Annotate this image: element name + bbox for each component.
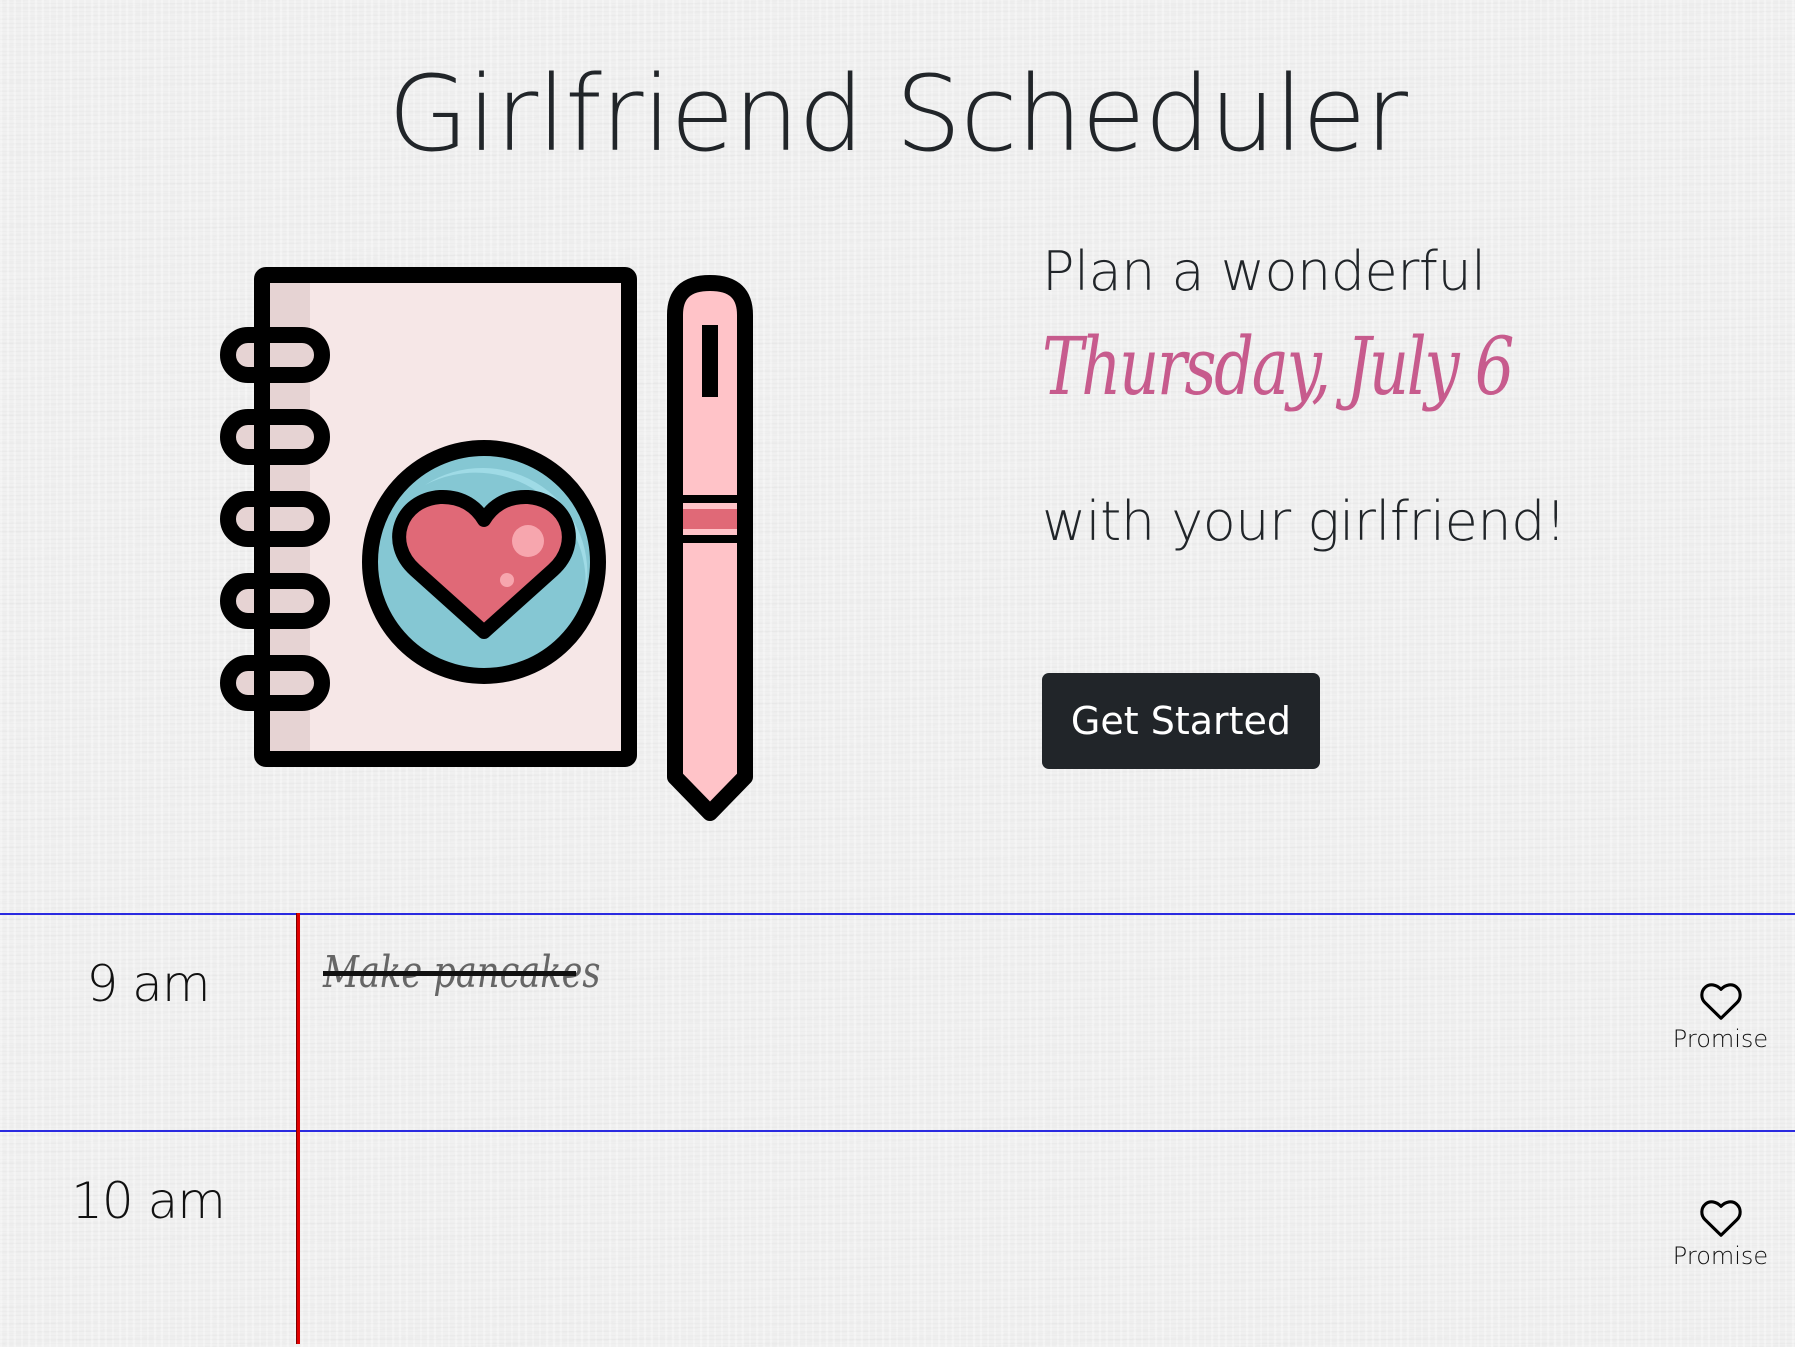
schedule-grid: 9 am Make pancakes Promise 10 am Promise — [0, 913, 1795, 1344]
heart-outline-icon — [1699, 983, 1742, 1020]
plan-outro-text: with your girlfriend! — [1042, 490, 1567, 553]
heart-outline-icon — [1699, 1200, 1742, 1237]
schedule-row-9am[interactable]: 9 am Make pancakes Promise — [0, 913, 1795, 1130]
get-started-button[interactable]: Get Started — [1042, 673, 1320, 769]
promise-label: Promise — [1672, 1025, 1769, 1053]
plan-intro-text: Plan a wonderful — [1042, 240, 1486, 303]
date-display: Thursday, July 6 — [1042, 320, 1514, 413]
notebook-heart-illustration — [220, 267, 753, 821]
promise-button[interactable]: Promise — [1663, 1198, 1778, 1288]
promise-button[interactable]: Promise — [1663, 981, 1778, 1071]
hour-label: 10 am — [71, 1172, 226, 1230]
schedule-row-10am[interactable]: 10 am Promise — [0, 1130, 1795, 1347]
page-title: Girlfriend Scheduler — [387, 53, 1408, 175]
task-strikethrough — [323, 971, 576, 976]
margin-divider — [296, 913, 300, 1344]
hour-label: 9 am — [86, 955, 210, 1013]
promise-label: Promise — [1672, 1242, 1769, 1270]
